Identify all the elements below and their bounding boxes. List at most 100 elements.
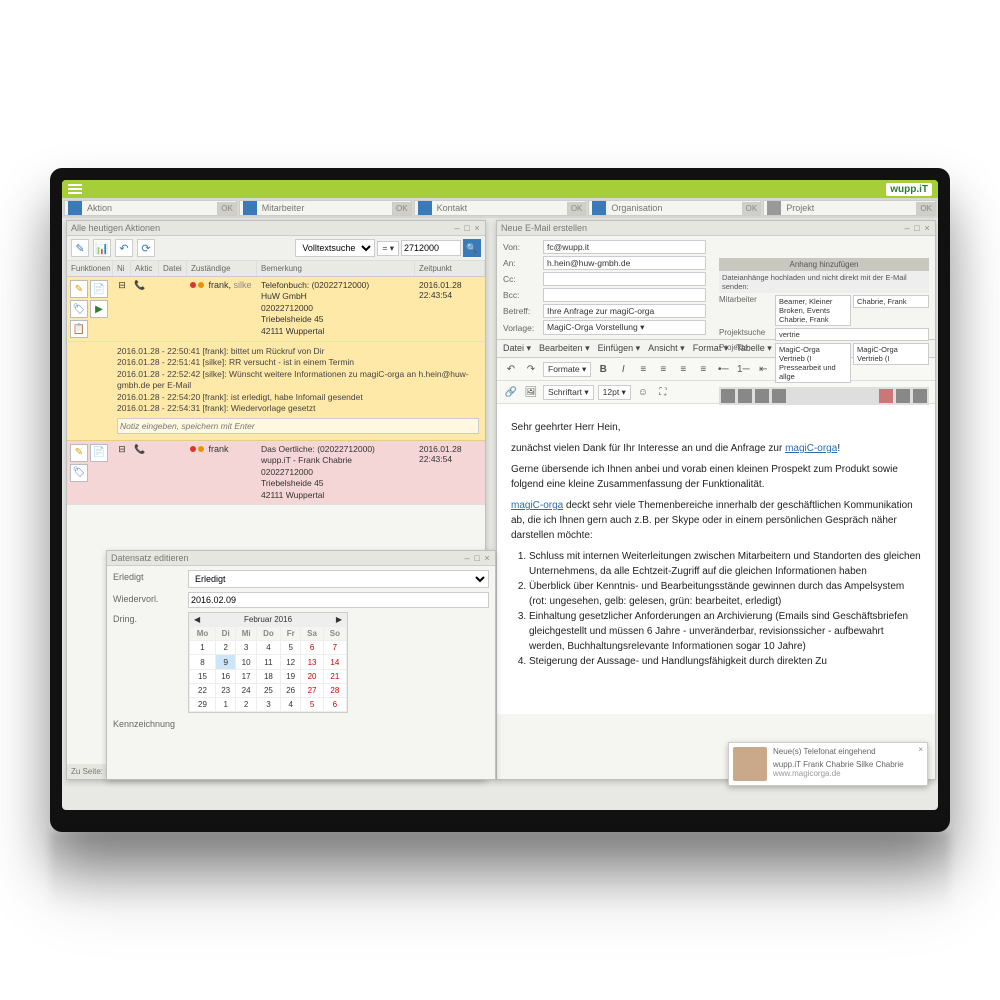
size-select[interactable]: 12pt ▾ xyxy=(598,385,631,400)
search-icon[interactable]: 🔍 xyxy=(463,239,481,257)
ok-button[interactable]: OK xyxy=(567,202,586,215)
tag-icon[interactable]: 🏷 xyxy=(70,464,88,482)
menu-datei[interactable]: Datei ▾ xyxy=(503,343,531,354)
emoji-icon[interactable]: ☺ xyxy=(635,384,651,400)
link-magicorga[interactable]: magiC-orga xyxy=(511,500,563,511)
opt-icon[interactable] xyxy=(896,389,910,403)
nav-mitarbeiter[interactable]: OK xyxy=(239,200,412,216)
edit-button[interactable]: ✎ xyxy=(71,239,89,257)
doc-icon[interactable]: 📋 xyxy=(70,320,88,338)
expand-icon[interactable]: ⊟ xyxy=(113,277,131,341)
align-left-icon[interactable]: ≡ xyxy=(635,361,651,377)
minimize-icon[interactable]: – xyxy=(903,223,911,233)
refresh-button[interactable]: ⟳ xyxy=(137,239,155,257)
nav-kontakt[interactable]: OK xyxy=(414,200,587,216)
projekte-sel[interactable]: MagiC-Orga Vertrieb (I xyxy=(853,343,929,365)
maximize-icon[interactable]: □ xyxy=(913,223,921,233)
nav-input[interactable] xyxy=(609,201,741,215)
bold-icon[interactable]: B xyxy=(595,361,611,377)
minimize-icon[interactable]: – xyxy=(463,553,471,563)
expand-icon[interactable]: ⛶ xyxy=(655,384,671,400)
mitarbeiter-sel[interactable]: Chabrie, Frank xyxy=(853,295,929,308)
maximize-icon[interactable]: □ xyxy=(473,553,481,563)
align-right-icon[interactable]: ≡ xyxy=(675,361,691,377)
ok-button[interactable]: OK xyxy=(217,202,236,215)
ok-button[interactable]: OK xyxy=(392,202,411,215)
toast-line: wupp.iT Frank Chabrie Silke Chabrie xyxy=(773,760,923,769)
email-body[interactable]: Sehr geehrter Herr Hein, zunächst vielen… xyxy=(497,404,935,714)
attachment-zone: Anhang hinzufügen Dateianhänge hochladen… xyxy=(719,258,929,405)
action-row[interactable]: ✎ 📄 🏷 ▶ 📋 ⊟ 📞 frank, silke Telefonbuch: … xyxy=(67,277,485,342)
betreff-field[interactable]: Ihre Anfrage zur magiC-orga xyxy=(543,304,706,318)
close-icon[interactable]: × xyxy=(473,223,481,233)
opt-icon[interactable] xyxy=(772,389,786,403)
ok-button[interactable]: OK xyxy=(916,202,935,215)
nav-input[interactable] xyxy=(260,201,392,215)
justify-icon[interactable]: ≡ xyxy=(695,361,711,377)
note-icon[interactable]: 📄 xyxy=(90,280,108,298)
redo-icon[interactable]: ↷ xyxy=(523,361,539,377)
call-toast[interactable]: × Neue(s) Telefonat eingehend wupp.iT Fr… xyxy=(728,742,928,786)
note-icon[interactable]: 📄 xyxy=(90,444,108,462)
pencil-icon[interactable]: ✎ xyxy=(70,444,88,462)
menu-bearbeiten[interactable]: Bearbeiten ▾ xyxy=(539,343,590,354)
undo-icon[interactable]: ↶ xyxy=(503,361,519,377)
pencil-icon[interactable]: ✎ xyxy=(70,280,88,298)
format-select[interactable]: Formate ▾ xyxy=(543,362,591,377)
menu-einfuegen[interactable]: Einfügen ▾ xyxy=(598,343,641,354)
search-mode-select[interactable]: Volltextsuche xyxy=(295,239,375,257)
play-icon[interactable]: ▶ xyxy=(90,300,108,318)
mitarbeiter-list[interactable]: Beamer, Kleiner Broken, Events Chabrie, … xyxy=(775,295,851,326)
next-month-icon[interactable]: ▶ xyxy=(333,615,345,624)
menu-icon[interactable] xyxy=(68,184,82,194)
log-input[interactable] xyxy=(117,418,479,434)
warn-icon[interactable] xyxy=(879,389,893,403)
opt-icon[interactable] xyxy=(755,389,769,403)
attach-note: Dateianhänge hochladen und nicht direkt … xyxy=(719,271,929,293)
projektsuche-input[interactable]: vertrie xyxy=(775,328,929,341)
search-input[interactable] xyxy=(401,240,461,256)
nav-input[interactable] xyxy=(85,201,217,215)
opt-icon[interactable] xyxy=(738,389,752,403)
tag-icon[interactable]: 🏷 xyxy=(70,300,88,318)
opt-icon[interactable] xyxy=(913,389,927,403)
close-icon[interactable]: × xyxy=(923,223,931,233)
an-field[interactable]: h.hein@huw-gmbh.de xyxy=(543,256,706,270)
prev-month-icon[interactable]: ◀ xyxy=(191,615,203,624)
expand-icon[interactable]: ⊟ xyxy=(113,441,131,504)
vorlage-select[interactable]: MagiC-Orga Vorstellung ▾ xyxy=(543,320,706,335)
link-magicorga[interactable]: magiC-orga xyxy=(785,443,837,454)
align-center-icon[interactable]: ≡ xyxy=(655,361,671,377)
reset-button[interactable]: ↶ xyxy=(115,239,133,257)
cc-field[interactable] xyxy=(543,272,706,286)
minimize-icon[interactable]: – xyxy=(453,223,461,233)
nav-organisation[interactable]: OK xyxy=(588,200,761,216)
font-select[interactable]: Schriftart ▾ xyxy=(543,385,594,400)
projekte-list[interactable]: MagiC-Orga Vertrieb (I Pressearbeit und … xyxy=(775,343,851,383)
link-icon[interactable]: 🔗 xyxy=(503,384,519,400)
close-icon[interactable]: × xyxy=(483,553,491,563)
label-von: Von: xyxy=(503,242,543,252)
erledigt-select[interactable]: Erledigt xyxy=(188,570,489,588)
nav-aktion[interactable]: OK xyxy=(64,200,237,216)
calendar[interactable]: ◀Februar 2016▶ MoDiMiDoFrSaSo 1234567 89… xyxy=(188,612,348,713)
ok-button[interactable]: OK xyxy=(742,202,761,215)
nav-projekt[interactable]: OK xyxy=(763,200,936,216)
opt-icon[interactable] xyxy=(721,389,735,403)
chart-button[interactable]: 📊 xyxy=(93,239,111,257)
von-field[interactable]: fc@wupp.it xyxy=(543,240,706,254)
image-icon[interactable]: 🖼 xyxy=(523,384,539,400)
menu-ansicht[interactable]: Ansicht ▾ xyxy=(648,343,685,354)
contact-icon xyxy=(418,201,432,215)
label-vorlage: Vorlage: xyxy=(503,323,543,333)
italic-icon[interactable]: I xyxy=(615,361,631,377)
wiedervorl-input[interactable] xyxy=(188,592,489,608)
nav-input[interactable] xyxy=(435,201,567,215)
close-icon[interactable]: × xyxy=(918,745,923,754)
search-op[interactable]: = ▾ xyxy=(377,241,399,256)
maximize-icon[interactable]: □ xyxy=(463,223,471,233)
attach-bar[interactable]: Anhang hinzufügen xyxy=(719,258,929,271)
action-row[interactable]: ✎ 📄 🏷 ⊟ 📞 frank Das Oertliche: (02022712… xyxy=(67,441,485,505)
nav-input[interactable] xyxy=(784,201,916,215)
bcc-field[interactable] xyxy=(543,288,706,302)
